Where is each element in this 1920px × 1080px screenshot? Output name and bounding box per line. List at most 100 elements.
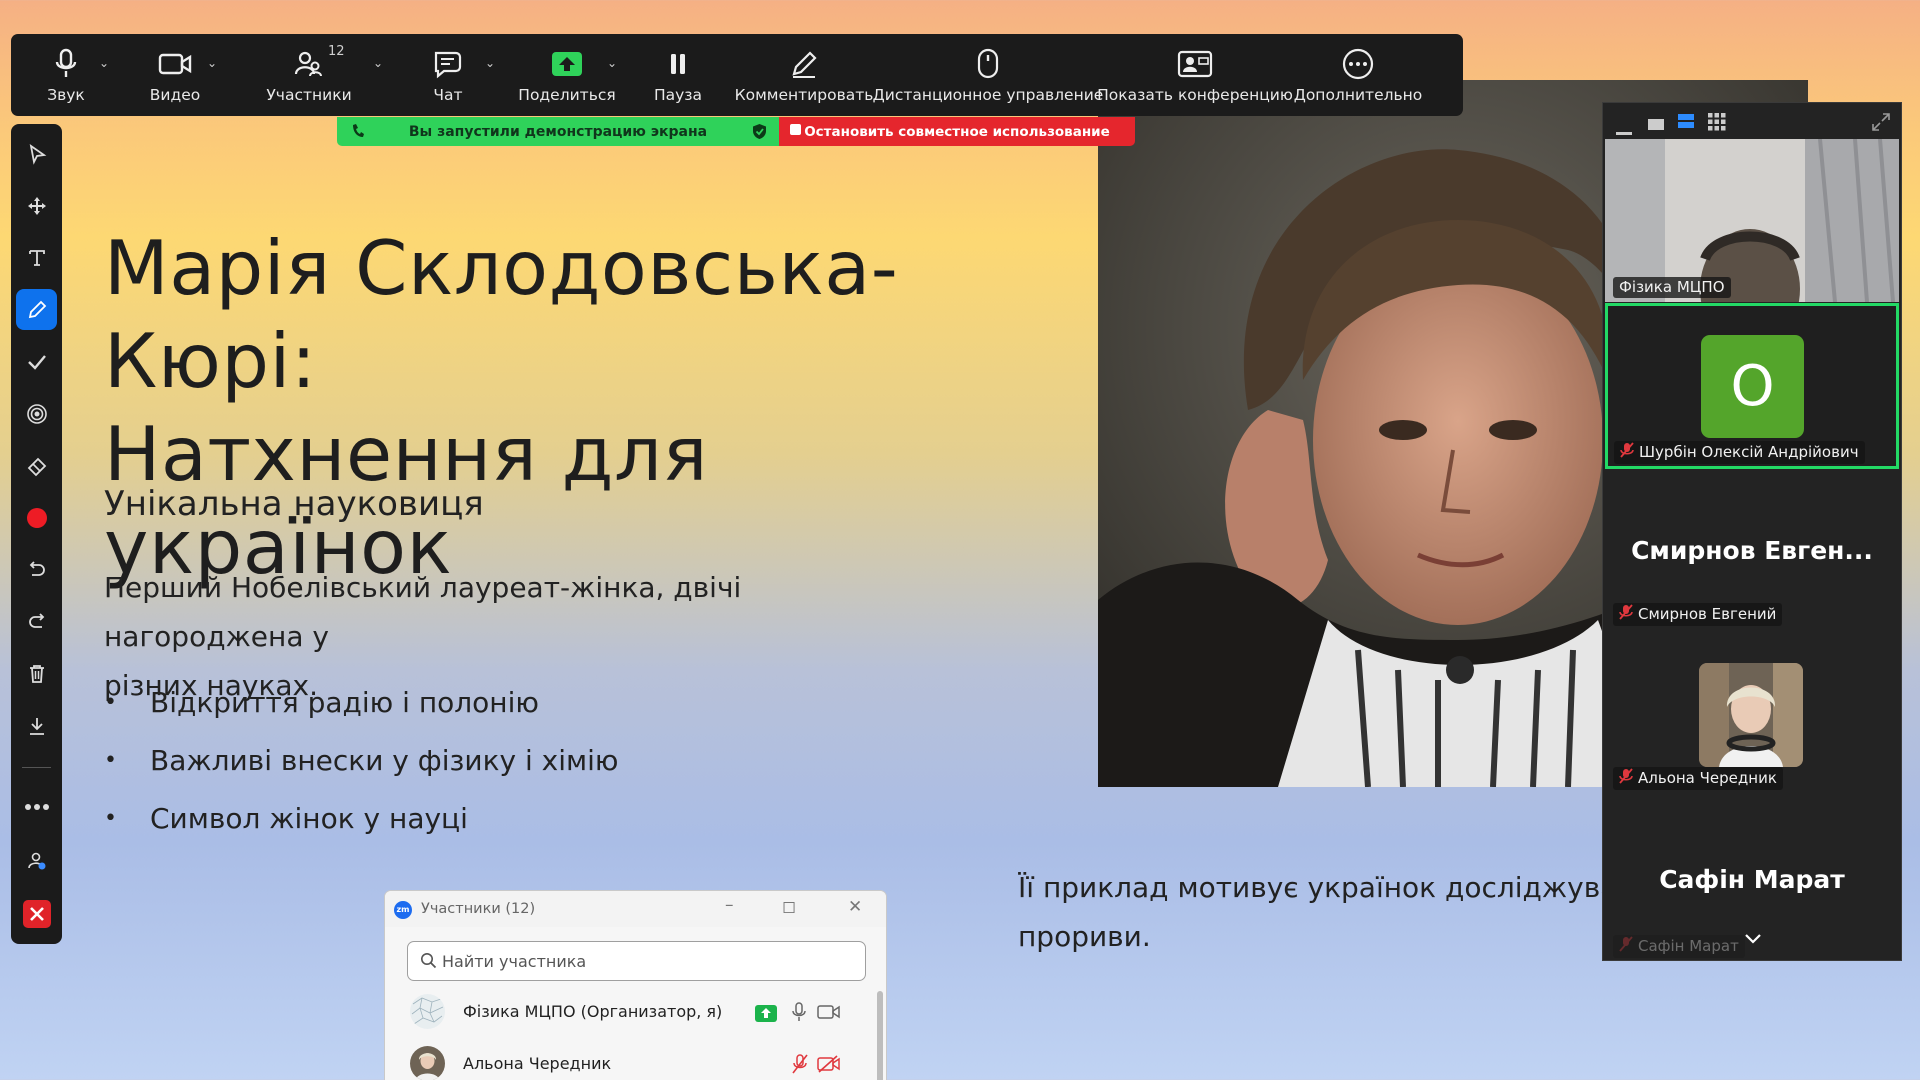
speaker-view-icon[interactable] [1648,116,1664,135]
participant-name: Альона Чередник [1638,769,1777,787]
avatar [1699,663,1803,767]
chevron-down-icon[interactable] [1744,929,1762,948]
chevron-down-icon[interactable]: ⌄ [373,56,383,70]
muted-microphone-icon [1619,936,1633,956]
video-panel-header [1603,103,1901,139]
shield-check-icon [752,123,767,144]
pause-share-button[interactable]: Пауза [627,34,729,116]
participant-display-name: Сафін Марат [1659,865,1845,894]
strip-view-icon[interactable] [1678,113,1694,133]
gallery-view-icon[interactable] [1708,113,1726,135]
share-label: Поделиться [518,86,616,104]
share-status-text: Вы запустили демонстрацию экрана [408,123,708,140]
slide-title-line-1: Марія Склодовська-Кюрі: [104,224,899,405]
participants-button[interactable]: Участники 12 ⌄ [229,34,389,116]
annotate-label: Комментировать [734,86,874,104]
more-dots-icon[interactable] [16,786,57,827]
participant-name: Фізика МЦПО [1619,278,1725,296]
eraser-icon[interactable] [16,445,57,486]
muted-microphone-icon [1619,768,1633,788]
video-tile[interactable]: Альона Чередник [1605,634,1899,798]
participant-name: Шурбін Олексій Андрійович [1639,443,1859,461]
participant-name: Фізика МЦПО (Организатор, я) [463,1002,723,1021]
pause-icon [668,48,688,80]
microphone-icon[interactable] [791,1001,807,1027]
save-download-icon[interactable] [16,705,57,746]
user-annotator-icon[interactable] [16,840,57,881]
pen-icon[interactable] [16,289,57,330]
meeting-toolbar: Звук ⌄ Видео ⌄ Участники 12 ⌄ Чат ⌄ Поде… [11,34,1463,116]
scrollbar[interactable] [877,991,883,1080]
show-meeting-button[interactable]: Показать конференцию [1097,34,1293,116]
video-tile[interactable]: Сафін Марат Сафін Марат [1605,798,1899,960]
spotlight-icon[interactable] [16,393,57,434]
more-icon [1342,48,1374,80]
maximize-icon[interactable]: ◻ [782,897,796,917]
bullet-item: Символ жінок у науці [104,802,618,860]
minimize-icon[interactable]: – [725,895,734,915]
close-icon[interactable]: ✕ [848,897,862,917]
muted-microphone-icon[interactable] [791,1053,809,1079]
text-icon[interactable] [16,237,57,278]
participants-count: 12 [328,44,345,59]
participant-name: Сафін Марат [1638,937,1739,955]
chat-label: Чат [433,86,463,104]
stop-share-label: Остановить совместное использование [804,123,1110,140]
video-label: Видео [149,86,201,104]
participant-name: Альона Чередник [463,1054,612,1073]
chevron-down-icon[interactable]: ⌄ [485,56,495,70]
audio-button[interactable]: Звук ⌄ [11,34,121,116]
chat-button[interactable]: Чат ⌄ [389,34,507,116]
undo-icon[interactable] [16,549,57,590]
expand-icon[interactable] [1871,112,1891,136]
minimize-icon[interactable] [1616,121,1632,140]
microphone-icon [54,48,78,80]
share-status-banner: Вы запустили демонстрацию экрана Останов… [337,117,1135,147]
chevron-down-icon[interactable]: ⌄ [207,56,217,70]
select-arrow-icon[interactable] [16,133,57,174]
participant-search[interactable] [407,941,866,981]
divider [22,767,51,768]
remote-control-button[interactable]: Дистанционное управление [873,34,1103,116]
delete-trash-icon[interactable] [16,653,57,694]
slide-paragraph-2: Її приклад мотивує українок досліджувати… [1018,863,1652,961]
video-tile[interactable]: Фізика МЦПО [1605,139,1899,302]
muted-microphone-icon [1619,604,1633,624]
more-button[interactable]: Дополнительно [1293,34,1423,116]
annotation-toolbar [11,124,62,944]
video-tile[interactable]: Смирнов Евген... Смирнов Евгений [1605,470,1899,634]
stop-share-button[interactable]: Остановить совместное использование [779,117,1135,146]
show-meeting-label: Показать конференцию [1097,86,1293,104]
participant-name-tag: Сафін Марат [1613,935,1745,958]
close-annotation-icon[interactable] [16,893,57,934]
search-icon [420,952,437,973]
avatar [410,994,445,1029]
chevron-down-icon[interactable]: ⌄ [99,56,109,70]
share-status: Вы запустили демонстрацию экрана [337,117,779,146]
participant-row[interactable]: Альона Чередник [407,1041,877,1080]
participant-name-tag: Смирнов Евгений [1613,603,1783,626]
audio-label: Звук [47,86,85,104]
search-input[interactable] [442,950,842,972]
annotate-button[interactable]: Комментировать [729,34,879,116]
color-red-icon[interactable] [16,497,57,538]
participant-row[interactable]: Фізика МЦПО (Организатор, я) [407,989,877,1039]
video-off-icon[interactable] [817,1055,841,1077]
video-tile-active[interactable]: O Шурбін Олексій Андрійович [1605,303,1899,469]
video-camera-icon [158,48,192,80]
avatar [410,1046,445,1080]
move-icon[interactable] [16,185,57,226]
chevron-down-icon[interactable]: ⌄ [607,56,617,70]
zoom-logo-icon: zm [394,901,412,919]
remote-control-label: Дистанционное управление [872,86,1104,104]
redo-icon[interactable] [16,601,57,642]
stamp-check-icon[interactable] [16,341,57,382]
pause-label: Пауза [653,86,703,104]
show-meeting-icon [1177,48,1213,80]
video-camera-icon[interactable] [817,1004,841,1024]
video-button[interactable]: Видео ⌄ [121,34,229,116]
share-button[interactable]: Поделиться ⌄ [507,34,627,116]
phone-icon [351,123,365,143]
participants-label: Участники [266,86,352,104]
sharing-screen-icon [755,1005,777,1026]
